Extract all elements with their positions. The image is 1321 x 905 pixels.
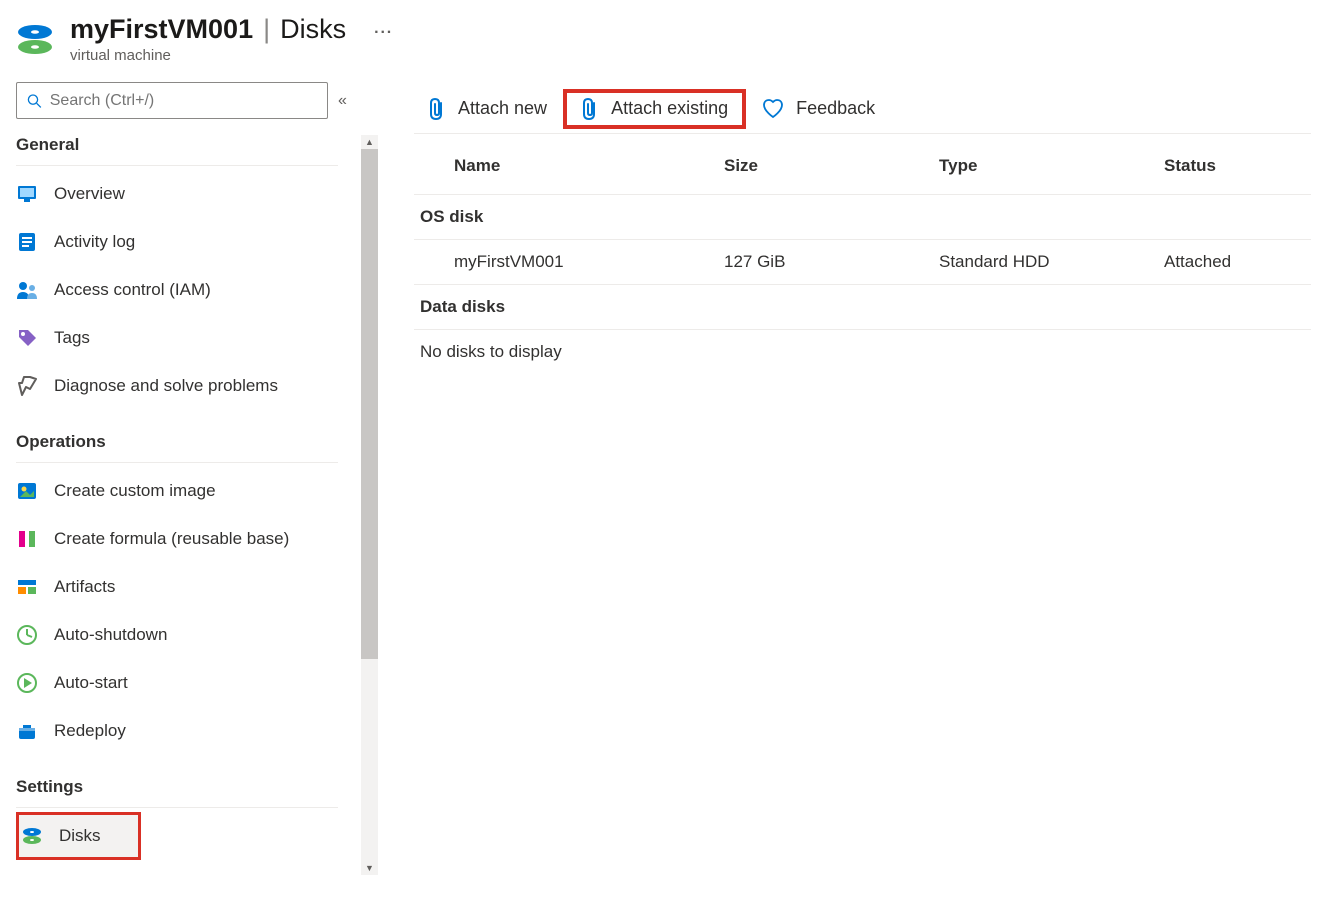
col-status[interactable]: Status [1164,156,1311,176]
col-type[interactable]: Type [939,156,1164,176]
sidebar-item-access-control[interactable]: Access control (IAM) [16,266,378,314]
sidebar-item-label: Create formula (reusable base) [54,529,289,549]
sidebar: « ▲ ▼ General Overview Activity log [0,82,378,875]
cell-type: Standard HDD [939,252,1164,272]
sidebar-group-settings: Settings [16,777,338,808]
data-disks-section: Data disks [414,285,1311,330]
sidebar-item-auto-shutdown[interactable]: Auto-shutdown [16,611,378,659]
sidebar-item-label: Redeploy [54,721,126,741]
activity-log-icon [16,231,38,253]
paperclip-icon [428,97,446,121]
table-row[interactable]: myFirstVM001 127 GiB Standard HDD Attach… [414,240,1311,285]
sidebar-item-custom-image[interactable]: Create custom image [16,467,378,515]
sidebar-item-label: Diagnose and solve problems [54,376,278,396]
sidebar-item-label: Access control (IAM) [54,280,211,300]
sidebar-item-label: Overview [54,184,125,204]
sidebar-group-general: General [16,135,338,166]
cell-status: Attached [1164,252,1311,272]
cell-name: myFirstVM001 [454,252,724,272]
auto-start-icon [16,672,38,694]
search-input[interactable] [16,82,328,119]
sidebar-item-tags[interactable]: Tags [16,314,378,362]
feedback-button[interactable]: Feedback [748,89,889,129]
auto-shutdown-icon [16,624,38,646]
redeploy-icon [16,720,38,742]
overview-icon [16,183,38,205]
col-size[interactable]: Size [724,156,939,176]
table-header: Name Size Type Status [414,156,1311,195]
sidebar-item-label: Artifacts [54,577,115,597]
disks-table: Name Size Type Status OS disk myFirstVM0… [414,156,1311,374]
resource-type-label: virtual machine [70,47,393,64]
sidebar-item-label: Activity log [54,232,135,252]
custom-image-icon [16,480,38,502]
sidebar-item-activity-log[interactable]: Activity log [16,218,378,266]
sidebar-item-redeploy[interactable]: Redeploy [16,707,378,755]
empty-state: No disks to display [414,330,1311,374]
cell-size: 127 GiB [724,252,939,272]
tags-icon [16,327,38,349]
scroll-down-icon[interactable]: ▼ [361,861,378,875]
formula-icon [16,528,38,550]
sidebar-item-diagnose[interactable]: Diagnose and solve problems [16,362,378,410]
main-content: Attach new Attach existing Feedback Name… [378,82,1321,875]
search-icon [27,93,42,109]
page-header: myFirstVM001 | Disks ··· virtual machine [0,0,1321,64]
sidebar-group-operations: Operations [16,432,338,463]
scroll-up-icon[interactable]: ▲ [361,135,378,149]
access-control-icon [16,279,38,301]
sidebar-item-disks[interactable]: Disks [16,812,141,860]
diagnose-icon [16,375,38,397]
sidebar-item-label: Disks [59,826,101,846]
artifacts-icon [16,576,38,598]
more-icon[interactable]: ··· [374,24,393,42]
sidebar-item-label: Auto-start [54,673,128,693]
scrollbar-thumb[interactable] [361,149,378,659]
search-field[interactable] [50,92,317,110]
page-title: myFirstVM001 | Disks ··· [70,14,393,45]
heart-icon [762,98,784,120]
sidebar-item-auto-start[interactable]: Auto-start [16,659,378,707]
os-disk-section: OS disk [414,195,1311,240]
vm-disk-icon [16,20,54,58]
paperclip-icon [581,97,599,121]
sidebar-item-overview[interactable]: Overview [16,170,378,218]
sidebar-item-artifacts[interactable]: Artifacts [16,563,378,611]
col-name[interactable]: Name [454,156,724,176]
attach-existing-button[interactable]: Attach existing [563,89,746,129]
scrollbar[interactable]: ▲ ▼ [361,135,378,875]
sidebar-item-label: Tags [54,328,90,348]
collapse-sidebar-icon[interactable]: « [338,92,347,110]
disks-icon [21,825,43,847]
sidebar-item-formula[interactable]: Create formula (reusable base) [16,515,378,563]
attach-new-button[interactable]: Attach new [414,89,561,129]
sidebar-item-label: Create custom image [54,481,216,501]
toolbar: Attach new Attach existing Feedback [414,84,1311,134]
sidebar-item-label: Auto-shutdown [54,625,167,645]
